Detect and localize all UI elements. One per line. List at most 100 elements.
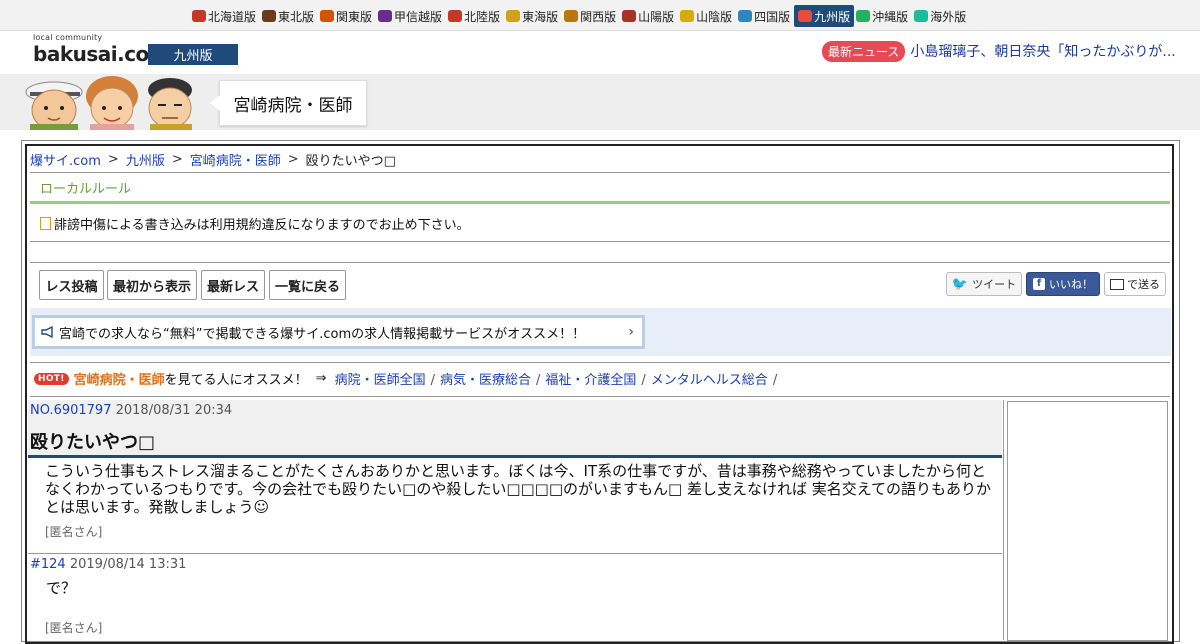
- breadcrumb-item: 殴りたいやつ□: [305, 154, 396, 169]
- document-icon: [40, 217, 51, 230]
- region-tab-2[interactable]: 関東版: [318, 5, 376, 27]
- region-tab-label: 関東版: [336, 9, 373, 24]
- region-tab-5[interactable]: 東海版: [504, 5, 562, 27]
- gate-icon: [448, 10, 463, 22]
- breadcrumb: 爆サイ.com > 九州版 > 宮崎病院・医師 > 殴りたいやつ□: [30, 150, 396, 169]
- local-rule-notice: 誹謗中傷による書き込みは利用規約違反になりますのでお止め下さい。: [40, 214, 470, 233]
- back-to-list-button[interactable]: 一覧に戻る: [269, 270, 346, 300]
- grape-icon: [378, 10, 393, 22]
- op-body: こういう仕事もストレス溜まることがたくさんおありかと思います。ぼくは今、IT系の…: [45, 462, 991, 516]
- site-logo[interactable]: local community bakusai.com: [33, 33, 170, 69]
- region-tab-4[interactable]: 北陸版: [446, 5, 504, 27]
- recommend-link[interactable]: 病院・医師全国: [335, 373, 426, 388]
- megaphone-icon: [41, 325, 55, 339]
- reply-date: 2019/08/14 13:31: [69, 557, 187, 572]
- mail-send-button[interactable]: で送る: [1104, 272, 1166, 296]
- link-separator: /: [641, 373, 646, 388]
- op-number-link[interactable]: NO.6901797: [30, 403, 111, 418]
- board-title-bubble: 宮崎病院・医師: [210, 80, 367, 126]
- region-tab-label: 関西版: [580, 9, 617, 24]
- breadcrumb-item[interactable]: 九州版: [126, 150, 165, 169]
- reply-body: で？: [46, 579, 77, 597]
- hot-badge: HOT!: [34, 372, 69, 385]
- region-list: 北海道版 東北版 関東版 甲信越版 北陸版 東海版 関西版 山陽版 山陰版 四国版 九州版 沖縄版 海外…: [190, 4, 970, 28]
- op-meta: NO.6901797 2018/08/31 20:34: [30, 403, 232, 418]
- divider: [30, 396, 1170, 397]
- send-label: で送る: [1127, 278, 1160, 291]
- region-tab-7[interactable]: 山陽版: [620, 5, 678, 27]
- tweet-label: ツイート: [972, 278, 1017, 291]
- recommend-suffix: を見てる人にオススメ！: [164, 373, 308, 388]
- fish-icon: [798, 10, 813, 22]
- mascot-characters-illustration: [24, 74, 204, 131]
- region-tab-label: 東北版: [278, 9, 315, 24]
- latest-replies-button[interactable]: 最新レス: [201, 270, 265, 300]
- recommend-link[interactable]: 病気・医療総合: [440, 373, 531, 388]
- region-tab-11[interactable]: 沖縄版: [854, 5, 912, 27]
- region-tab-label: 山陽版: [638, 9, 675, 24]
- facebook-icon: f: [1033, 278, 1045, 290]
- news-headline-link[interactable]: 小島瑠璃子、朝日奈央「知ったかぶりが...: [910, 41, 1175, 61]
- region-tab-label: 山陰版: [696, 9, 733, 24]
- op-date: 2018/08/31 20:34: [115, 403, 233, 418]
- job-promo-text: 宮崎での求人なら“無料”で掲載できる爆サイ.comの求人情報掲載サービスがオスス…: [59, 326, 586, 342]
- chevron-right-icon: ›: [628, 324, 634, 340]
- reply-author: [匿名さん]: [45, 621, 103, 635]
- region-tab-0[interactable]: 北海道版: [190, 5, 260, 27]
- shrine-icon: [622, 10, 637, 22]
- recommend-row: HOT! 宮崎病院・医師 を見てる人にオススメ！ ⇒ 病院・医師全国 / 病気・医療…: [34, 369, 782, 388]
- job-promo-link[interactable]: 宮崎での求人なら“無料”で掲載できる爆サイ.comの求人情報掲載サービスがオスス…: [32, 315, 645, 349]
- breadcrumb-separator: >: [287, 152, 299, 167]
- facebook-like-button[interactable]: f いいね！: [1026, 272, 1100, 296]
- op-title-underline: [28, 455, 1002, 458]
- op-author: [匿名さん]: [45, 525, 103, 539]
- divider: [30, 262, 1170, 263]
- mail-icon: [1110, 278, 1124, 290]
- divider: [30, 241, 1170, 242]
- region-tab-3[interactable]: 甲信越版: [376, 5, 446, 27]
- shisa-icon: [856, 10, 871, 22]
- edition-badge[interactable]: 九州版: [148, 44, 238, 65]
- region-tab-label: 甲信越版: [394, 9, 443, 24]
- recommend-arrow: ⇒: [315, 371, 327, 386]
- news-ticker: 最新ニュース 小島瑠璃子、朝日奈央「知ったかぶりが...: [822, 40, 1176, 62]
- link-separator: /: [536, 373, 541, 388]
- region-tab-6[interactable]: 関西版: [562, 5, 620, 27]
- region-tab-label: 海外版: [930, 9, 967, 24]
- breadcrumb-item[interactable]: 爆サイ.com: [30, 150, 101, 169]
- region-tab-label: 北海道版: [208, 9, 257, 24]
- like-label: いいね！: [1049, 278, 1093, 291]
- show-from-start-button[interactable]: 最初から表示: [107, 270, 197, 300]
- link-separator: /: [772, 373, 778, 388]
- region-tab-1[interactable]: 東北版: [260, 5, 318, 27]
- region-nav-bar: 北海道版 東北版 関東版 甲信越版 北陸版 東海版 関西版 山陽版 山陰版 四国版 九州版 沖縄版 海外…: [0, 0, 1200, 31]
- post-reply-button[interactable]: レス投稿: [39, 270, 104, 300]
- logo-tagline: local community: [33, 33, 103, 42]
- news-badge: 最新ニュース: [822, 40, 906, 62]
- region-tab-label: 九州版: [814, 9, 851, 24]
- recommend-link[interactable]: メンタルヘルス総合: [651, 373, 768, 388]
- tohoku-icon: [262, 10, 277, 22]
- region-tab-label: 沖縄版: [872, 9, 909, 24]
- breadcrumb-item[interactable]: 宮崎病院・医師: [190, 150, 281, 169]
- divider: [30, 172, 1170, 173]
- post-divider: [28, 553, 1002, 554]
- region-tab-label: 四国版: [754, 9, 791, 24]
- reply-number-link[interactable]: #124: [30, 557, 66, 572]
- breadcrumb-separator: >: [107, 152, 119, 167]
- reply-meta: #124 2019/08/14 13:31: [30, 557, 186, 572]
- region-tab-10[interactable]: 九州版: [794, 5, 855, 27]
- region-tab-label: 東海版: [522, 9, 559, 24]
- recommend-link[interactable]: 福祉・介護全国: [545, 373, 636, 388]
- region-tab-9[interactable]: 四国版: [736, 5, 794, 27]
- recommend-board-name[interactable]: 宮崎病院・医師: [74, 369, 165, 388]
- tweet-button[interactable]: 🐦 ツイート: [946, 272, 1022, 296]
- region-tab-12[interactable]: 海外版: [912, 5, 970, 27]
- region-tab-8[interactable]: 山陰版: [678, 5, 736, 27]
- hokkaido-icon: [192, 10, 206, 22]
- local-rule-underline: [30, 201, 1170, 204]
- udon-icon: [738, 10, 753, 22]
- shachihoko-icon: [506, 10, 521, 22]
- recommend-links: 病院・医師全国 / 病気・医療総合 / 福祉・介護全国 / メンタルヘルス総合 /: [335, 369, 783, 388]
- link-separator: /: [430, 373, 435, 388]
